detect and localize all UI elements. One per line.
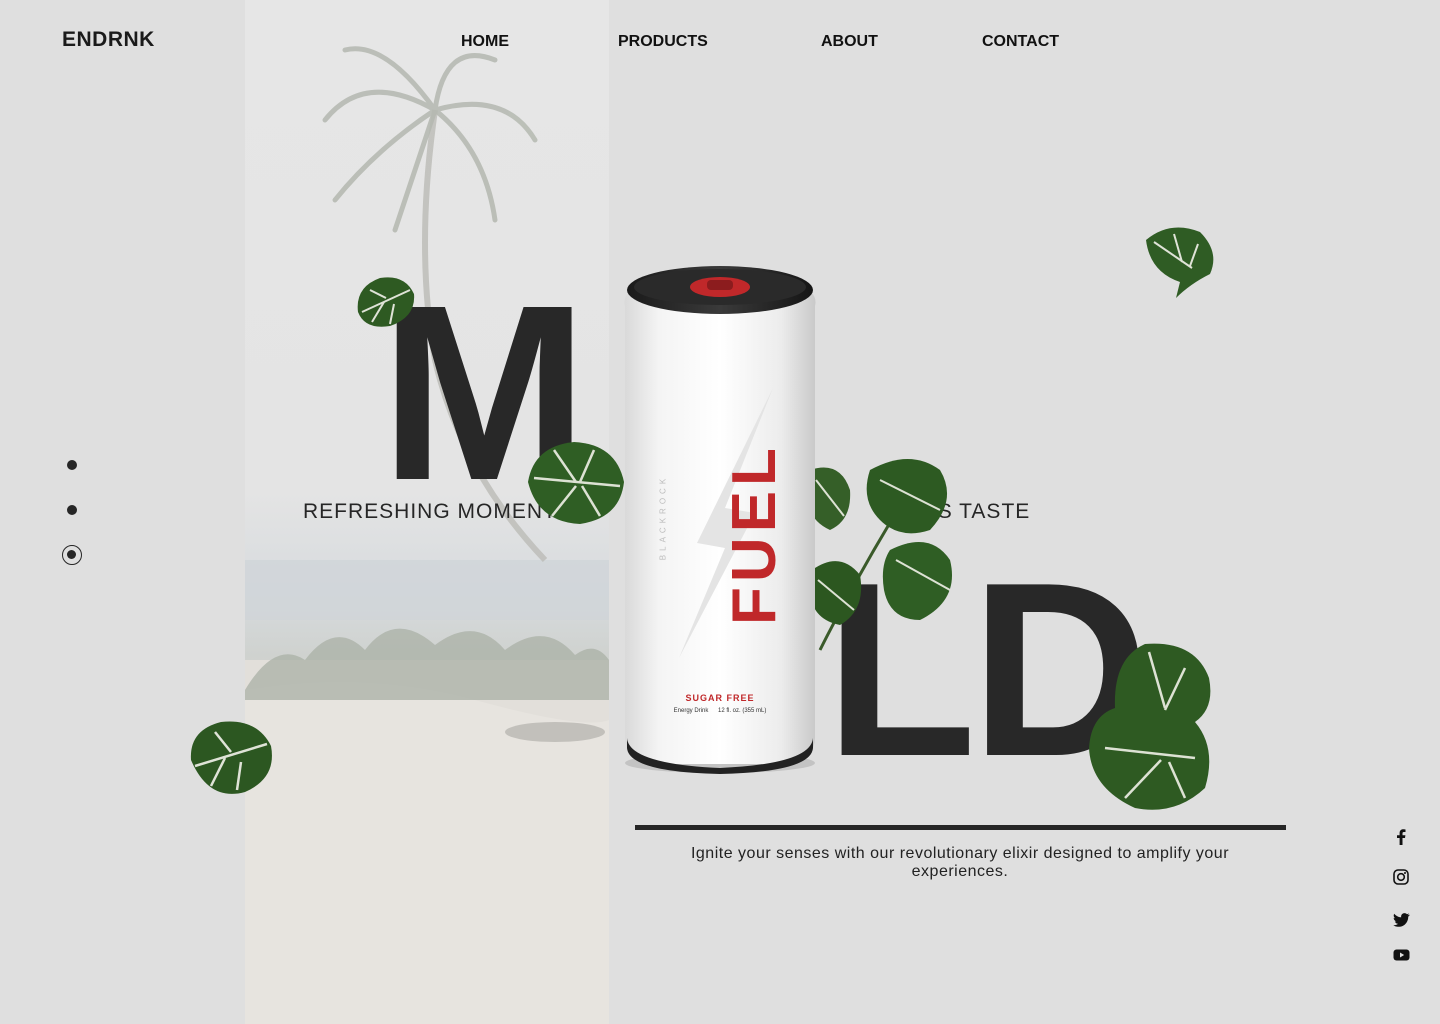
nav-item-products[interactable]: PRODUCTS: [618, 33, 708, 51]
monstera-leaf-icon: [1089, 643, 1211, 810]
hero-description: Ignite your senses with our revolutionar…: [690, 845, 1230, 880]
can-brand-text: FUEL: [720, 443, 789, 625]
nav-item-contact[interactable]: CONTACT: [982, 33, 1059, 51]
facebook-icon[interactable]: [1391, 827, 1411, 847]
twitter-icon[interactable]: [1391, 910, 1411, 930]
can-type: Energy Drink: [673, 708, 709, 714]
slider-dot-2[interactable]: [67, 505, 77, 515]
slider-dot-1[interactable]: [67, 460, 77, 470]
can-sub-brand: BLACKROCK: [658, 474, 668, 561]
monstera-leaf-icon: [1146, 227, 1214, 298]
nav-item-about[interactable]: ABOUT: [821, 33, 878, 51]
youtube-icon[interactable]: [1391, 945, 1411, 965]
plant-leaves-icon: [806, 459, 952, 651]
can-sugar-free: SUGAR FREE: [685, 693, 755, 703]
monstera-leaf-icon: [357, 277, 415, 327]
hero-divider: [635, 825, 1286, 830]
slider-dot-3-active[interactable]: [62, 545, 82, 565]
monstera-leaf-icon: [190, 721, 272, 794]
brand-logo[interactable]: ENDRNK: [62, 28, 155, 52]
monstera-leaf-icon: [528, 442, 624, 524]
instagram-icon[interactable]: [1391, 867, 1411, 887]
can-details: Energy Drink 12 fl. oz. (355 mL): [615, 708, 825, 714]
nav-item-home[interactable]: HOME: [461, 33, 509, 51]
can-volume: 12 fl. oz. (355 mL): [718, 708, 767, 714]
product-can[interactable]: FUEL BLACKROCK SUGAR FREE Energy Drink 1…: [615, 258, 825, 778]
